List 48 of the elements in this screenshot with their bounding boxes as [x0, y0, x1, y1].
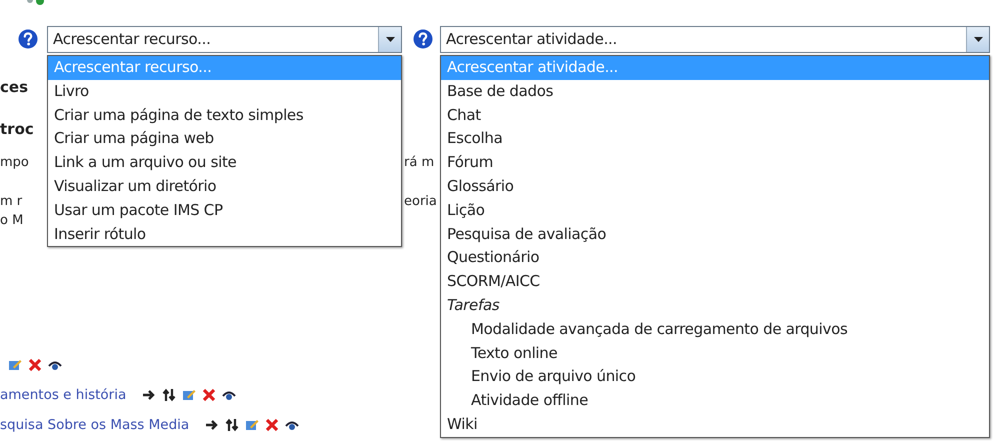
dropdown-option[interactable]: Criar uma página de texto simples — [48, 104, 401, 128]
dropdown-option[interactable]: SCORM/AICC — [441, 270, 989, 294]
dropdown-option[interactable]: Texto online — [441, 342, 989, 366]
dropdown-option[interactable]: Usar um pacote IMS CP — [48, 198, 401, 223]
dropdown-option[interactable]: Pesquisa de avaliação — [441, 222, 989, 246]
move-updown-icon[interactable] — [225, 418, 240, 432]
dropdown-option[interactable]: Fórum — [441, 151, 989, 175]
dropdown-option[interactable]: Base de dados — [441, 80, 989, 104]
text-fragment: ces — [0, 77, 28, 97]
delete-icon[interactable] — [202, 388, 216, 402]
option-group-label: Tarefas — [446, 294, 500, 316]
edit-icon[interactable] — [8, 358, 22, 372]
text-fragment: m r — [0, 193, 22, 211]
dropdown-select[interactable]: Acrescentar recurso... — [47, 26, 402, 52]
dropdown-option[interactable]: Escolha — [441, 127, 989, 152]
dropdown-option[interactable]: Glossário — [441, 174, 989, 199]
dropdown-option[interactable]: Modalidade avançada de carregamento de arquivos — [441, 318, 989, 342]
text-fragment: o M — [0, 212, 24, 230]
dropdown-option[interactable]: Link a um arquivo ou site — [48, 151, 401, 175]
help-icon[interactable] — [18, 29, 38, 49]
dropdown-option[interactable]: Questionário — [441, 246, 989, 270]
text-fragment: mpo — [0, 154, 29, 172]
help-icon[interactable] — [413, 29, 433, 49]
delete-icon[interactable] — [265, 418, 280, 432]
dropdown-select[interactable]: Acrescentar atividade... — [440, 26, 990, 52]
text-fragment: rá m — [404, 154, 434, 172]
caret-icon — [974, 36, 982, 42]
dropdown-option[interactable]: Atividade offline — [441, 389, 989, 413]
activity-link[interactable]: amentos e história — [0, 387, 126, 403]
edit-icon[interactable] — [245, 418, 260, 432]
delete-icon[interactable] — [28, 358, 42, 372]
dropdown-option[interactable]: Lição — [441, 198, 989, 223]
dropdown-option[interactable]: Inserir rótulo — [48, 222, 401, 246]
move-updown-icon[interactable] — [162, 388, 176, 402]
dropdown-option[interactable]: Criar uma página web — [48, 127, 401, 152]
text-fragment: eoria — [404, 193, 437, 211]
move-right-icon[interactable] — [142, 388, 156, 402]
move-right-icon[interactable] — [205, 418, 220, 432]
text-fragment: troc — [0, 119, 34, 139]
status-icon — [26, 0, 46, 8]
dropdown-option[interactable]: Chat — [441, 104, 989, 128]
dropdown-option[interactable]: Envio de arquivo único — [441, 365, 989, 390]
dropdown-option[interactable]: Livro — [48, 80, 401, 104]
dropdown-option[interactable]: Visualizar um diretório — [48, 174, 401, 199]
dropdown-option[interactable]: Wiki — [441, 412, 989, 437]
activity-link[interactable]: squisa Sobre os Mass Media — [0, 417, 190, 433]
edit-icon[interactable] — [182, 388, 196, 402]
caret-icon — [386, 36, 394, 42]
